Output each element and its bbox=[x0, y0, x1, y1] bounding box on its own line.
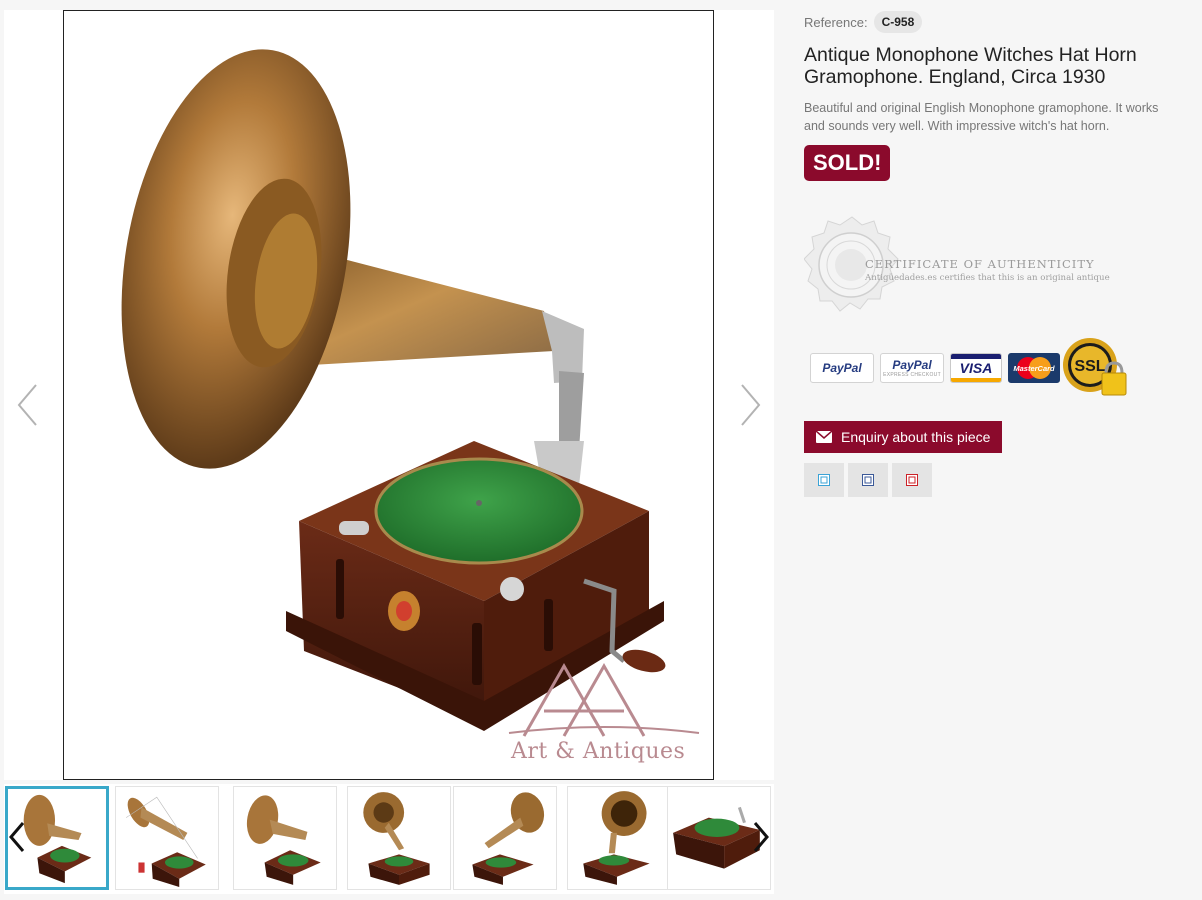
thumbnail-2[interactable] bbox=[115, 786, 219, 890]
reference-label: Reference: bbox=[804, 14, 868, 30]
thumbnails-next-button[interactable] bbox=[750, 820, 772, 854]
thumbnail-image bbox=[126, 796, 206, 887]
chevron-right-icon bbox=[753, 822, 769, 852]
ssl-seal-icon: SSL bbox=[1063, 338, 1127, 396]
product-page: Art & Antiques Reference: C-958 Antique … bbox=[0, 0, 1202, 900]
chevron-left-icon bbox=[9, 822, 25, 852]
share-button-2[interactable] bbox=[848, 463, 888, 497]
share-button-3[interactable] bbox=[892, 463, 932, 497]
watermark-logo bbox=[504, 661, 704, 746]
thumbnail-6[interactable] bbox=[567, 786, 671, 890]
certificate-of-authenticity: CERTIFICATE OF AUTHENTICITY Antigüedades… bbox=[804, 215, 1184, 319]
chevron-left-icon bbox=[17, 384, 37, 426]
mastercard-logo: MasterCard bbox=[1008, 353, 1060, 383]
sold-badge: SOLD! bbox=[804, 145, 891, 181]
mastercard-text: MasterCard bbox=[1013, 364, 1055, 373]
paypal-express-subtext: EXPRESS CHECKOUT bbox=[883, 372, 941, 378]
visa-text: VISA bbox=[951, 359, 1001, 378]
thumbnail-3[interactable] bbox=[233, 786, 337, 890]
product-title: Antique Monophone Witches Hat Horn Gramo… bbox=[804, 44, 1137, 88]
payment-methods: PayPal PayPal EXPRESS CHECKOUT VISA Mast… bbox=[804, 337, 1184, 401]
reference-badge: C-958 bbox=[873, 11, 923, 33]
ssl-text: SSL bbox=[1074, 358, 1105, 375]
paypal-express-text: PayPal bbox=[892, 358, 932, 372]
thumbnail-image bbox=[363, 792, 430, 885]
mastercard-icon: MasterCard bbox=[1013, 357, 1055, 379]
product-details: Reference: C-958 Antique Monophone Witch… bbox=[804, 10, 1184, 497]
paypal-logo: PayPal bbox=[810, 353, 874, 383]
envelope-icon bbox=[816, 431, 832, 443]
thumbnail-5[interactable] bbox=[453, 786, 557, 890]
share-button-1[interactable] bbox=[804, 463, 844, 497]
thumbnail-image bbox=[246, 795, 321, 885]
gallery-next-button[interactable] bbox=[730, 380, 766, 430]
certificate-subtitle: Antigüedades.es certifies that this is a… bbox=[865, 273, 1110, 283]
enquiry-button[interactable]: Enquiry about this piece bbox=[804, 421, 1003, 453]
certificate-title: CERTIFICATE OF AUTHENTICITY bbox=[865, 257, 1095, 271]
chevron-right-icon bbox=[741, 384, 761, 426]
paypal-express-logo: PayPal EXPRESS CHECKOUT bbox=[880, 353, 944, 383]
thumbnail-image bbox=[472, 792, 545, 885]
thumbnail-image bbox=[583, 791, 650, 885]
share-buttons bbox=[804, 463, 1184, 497]
image-gallery: Art & Antiques bbox=[4, 10, 774, 780]
share-icon-1 bbox=[818, 474, 830, 486]
share-icon-3 bbox=[906, 474, 918, 486]
paypal-text: PayPal bbox=[822, 361, 862, 375]
enquiry-button-label: Enquiry about this piece bbox=[841, 429, 991, 445]
visa-logo: VISA bbox=[950, 353, 1002, 383]
product-description: Beautiful and original English Monophone… bbox=[804, 101, 1159, 133]
watermark-text: Art & Antiques bbox=[511, 739, 686, 764]
thumbnail-4[interactable] bbox=[347, 786, 451, 890]
share-icon-2 bbox=[862, 474, 874, 486]
thumbnail-strip bbox=[4, 784, 774, 894]
reference-row: Reference: C-958 bbox=[804, 10, 1184, 34]
main-product-image[interactable]: Art & Antiques bbox=[63, 10, 714, 780]
thumbnails-prev-button[interactable] bbox=[6, 820, 28, 854]
gallery-prev-button[interactable] bbox=[12, 380, 48, 430]
